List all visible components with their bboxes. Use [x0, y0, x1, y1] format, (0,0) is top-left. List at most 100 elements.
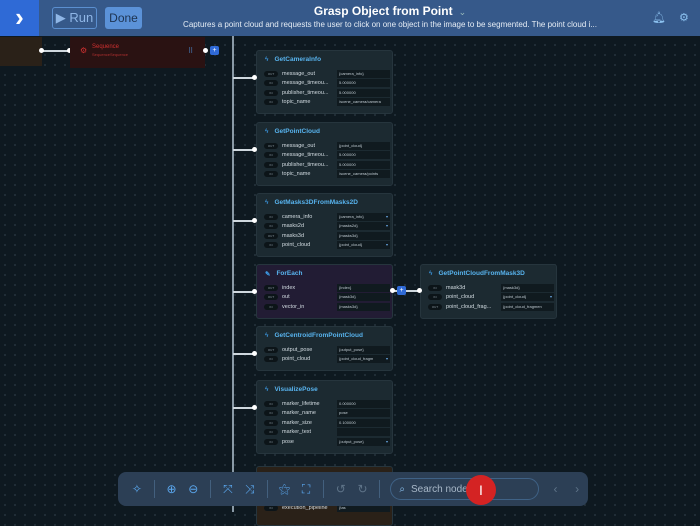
port-value-field[interactable]: pose — [337, 409, 390, 418]
port-row: IN marker_text — [257, 428, 392, 438]
port-value-field[interactable]: {camera_info} — [337, 69, 390, 78]
port-value: {point_cloud} — [503, 294, 527, 300]
node-foreach[interactable]: ✎ ForEach OUT index {index} OUT out {mask3d} IN v… — [256, 264, 393, 319]
port-value-field[interactable]: 5.000000 — [337, 160, 390, 169]
port-value-field[interactable]: 5.000000 — [337, 79, 390, 88]
node-header: ϟ VisualizePose — [257, 381, 392, 399]
magic-wand-icon[interactable]: ⚝ — [274, 482, 296, 497]
chevron-down-icon[interactable]: ▾ — [386, 438, 388, 446]
port-row: IN publisher_timeou... 5.000000 — [257, 88, 392, 98]
page-description: Captures a point cloud and requests the … — [183, 20, 597, 29]
port-row: IN vector_in {masks3d} — [257, 302, 392, 312]
port-value-field[interactable]: {mask3d} — [501, 283, 554, 292]
edge-handle[interactable] — [252, 147, 257, 152]
edge-handle[interactable] — [252, 289, 257, 294]
next-result-icon[interactable]: › — [566, 482, 588, 496]
port-row: IN topic_name/scene_camera/points — [257, 170, 392, 180]
port-label: point_cloud — [282, 356, 311, 363]
node-getcentroidfrompointcloud[interactable]: ϟ GetCentroidFromPointCloud OUT output_pose… — [256, 326, 393, 371]
chevron-down-icon[interactable]: ⌄ — [459, 7, 467, 17]
sparkle-icon[interactable]: ✧ — [126, 482, 148, 496]
port-value-field[interactable]: 0.100000 — [337, 418, 390, 427]
port-value-field[interactable]: {masks3d} — [337, 231, 390, 240]
chevron-down-icon[interactable]: ▾ — [386, 213, 388, 221]
port-value: {point_cloud_fragm — [339, 356, 374, 362]
port-value-field[interactable]: /scene_camera/camera — [337, 98, 390, 107]
edge-handle[interactable] — [252, 218, 257, 223]
bell-icon[interactable]: 🔔︎ — [652, 11, 666, 24]
chevron-down-icon[interactable]: ▾ — [386, 241, 388, 249]
port-value-field[interactable]: 5.000000 — [337, 88, 390, 97]
edge-handle[interactable] — [417, 288, 422, 293]
node-header: ✎ ForEach — [257, 265, 392, 283]
node-visualizepose[interactable]: ϟ VisualizePose IN marker_lifetime 0.000000 I… — [256, 380, 393, 454]
port-value-field[interactable]: {camera_info} ▾ — [337, 212, 390, 221]
previous-node[interactable] — [0, 37, 42, 66]
add-child-button[interactable]: + — [397, 286, 406, 295]
chevron-down-icon[interactable]: ▾ — [386, 355, 388, 363]
node-getpointcloudfrommask3d[interactable]: ϟ GetPointCloudFromMask3D IN mask3d {mask3d}… — [420, 264, 557, 319]
port-value: 5.000000 — [339, 161, 356, 167]
edge-handle[interactable] — [252, 405, 257, 410]
gear-icon[interactable]: ⚙ — [679, 11, 689, 24]
port-label: point_cloud — [446, 294, 475, 301]
search-input[interactable]: ⌕ Search nodes — [390, 478, 539, 500]
node-getmasks3dfrommasks2d[interactable]: ϟ GetMasks3DFromMasks2D IN camera_info {came… — [256, 193, 393, 257]
port-value-field[interactable]: {point_cloud} — [337, 141, 390, 150]
port-value-field[interactable]: {masks3d} — [337, 302, 390, 311]
port-row: IN camera_info {camera_info} ▾ — [257, 212, 392, 222]
port-value-field[interactable]: 0.000000 — [337, 399, 390, 408]
previous-result-icon[interactable]: ‹ — [545, 482, 567, 496]
port-direction-badge: IN — [264, 223, 278, 230]
port-value: {camera_info} — [339, 213, 364, 219]
port-direction-badge: OUT — [264, 232, 278, 239]
port-label: publisher_timeou... — [282, 161, 329, 168]
port-label: point_cloud — [282, 242, 311, 249]
port-label: marker_lifetime — [282, 400, 320, 407]
run-button[interactable]: ▶ Run — [52, 7, 97, 29]
port-row: OUT masks3d {masks3d} — [257, 231, 392, 241]
node-getpointcloud[interactable]: ϟ GetPointCloud OUT message_out {point_cloud… — [256, 122, 393, 186]
port-label: out — [282, 294, 290, 301]
port-value-field[interactable]: {point_cloud_fragm ▾ — [337, 355, 390, 364]
port-value-field[interactable]: {output_pose} — [337, 345, 390, 354]
collapse-icon[interactable]: ⤧ — [217, 482, 239, 497]
canvas-toolbar: ✧ ⊕ ⊖ ⤧ ⤨ ⚝ ⛶ ↺ ↻ ⌕ Search nodes ‹ › — [118, 472, 588, 506]
page-title[interactable]: Grasp Object from Point ⌄ — [160, 4, 620, 18]
port-direction-badge: IN — [264, 242, 278, 249]
node-header: ϟ GetCentroidFromPointCloud — [257, 327, 392, 345]
edge-handle[interactable] — [390, 288, 395, 293]
done-button[interactable]: Done — [105, 7, 142, 29]
port-value-field[interactable]: {masks2d} ▾ — [337, 222, 390, 231]
bolt-icon: ϟ — [265, 332, 269, 339]
zoom-in-icon[interactable]: ⊕ — [161, 482, 183, 496]
port-value: {mask3d} — [503, 284, 520, 290]
node-header: ϟ GetPointCloudFromMask3D — [421, 265, 556, 283]
zoom-out-icon[interactable]: ⊖ — [182, 482, 204, 496]
add-child-button[interactable]: + — [210, 46, 219, 55]
port-value-field[interactable]: 5.000000 — [337, 151, 390, 160]
chevron-down-icon[interactable]: ▾ — [550, 293, 552, 301]
fit-view-icon[interactable]: ⛶ — [295, 482, 317, 497]
edge-handle[interactable] — [252, 75, 257, 80]
node-getcamerainfo[interactable]: ϟ GetCameraInfo OUT message_out {camera_info… — [256, 50, 393, 114]
undo-icon[interactable]: ↺ — [330, 482, 352, 496]
port-value: {point_cloud} — [339, 142, 363, 148]
port-value: 5.000000 — [339, 89, 356, 95]
redo-icon[interactable]: ↻ — [352, 482, 374, 496]
edge-handle[interactable] — [252, 351, 257, 356]
port-value-field[interactable]: {point_cloud_fragmen — [501, 302, 554, 311]
port-value-field[interactable]: {index} — [337, 283, 390, 292]
app-logo-chevron-icon[interactable]: › — [0, 0, 39, 36]
chevron-down-icon[interactable]: ▾ — [386, 222, 388, 230]
expand-icon[interactable]: ⤨ — [239, 482, 261, 497]
port-value-field[interactable]: {point_cloud} ▾ — [337, 241, 390, 250]
port-label: masks2d — [282, 223, 305, 230]
drag-handle-icon[interactable]: ⠿ — [188, 47, 193, 55]
port-value-field[interactable]: /scene_camera/points — [337, 170, 390, 179]
sequence-node[interactable]: ⚙ Sequence SequenceSequence ⠿ — [70, 37, 205, 68]
port-value-field[interactable] — [337, 428, 390, 437]
port-value-field[interactable]: {point_cloud} ▾ — [501, 293, 554, 302]
port-value-field[interactable]: {mask3d} — [337, 293, 390, 302]
port-value-field[interactable]: {output_pose} ▾ — [337, 437, 390, 446]
